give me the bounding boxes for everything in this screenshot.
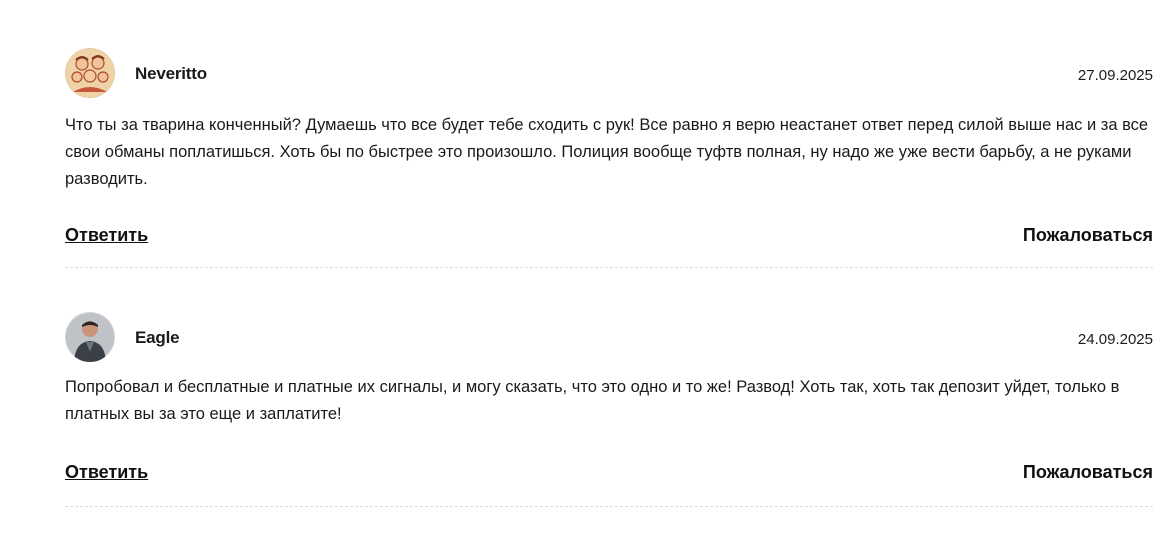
comment-actions: Ответить Пожаловаться <box>65 462 1153 486</box>
reply-link[interactable]: Ответить <box>65 462 148 483</box>
comment-item: Eagle 24.09.2025 Попробовал и бесплатные… <box>65 268 1153 507</box>
comment-date: 24.09.2025 <box>1077 331 1153 348</box>
comment-text-container: Что ты за тварина конченный? Думаешь что… <box>65 112 1153 193</box>
comment-header: Eagle 24.09.2025 <box>65 312 1153 364</box>
report-link[interactable]: Пожаловаться <box>1023 462 1153 483</box>
user-avatar[interactable] <box>65 312 115 362</box>
comment-author: Eagle <box>135 328 180 347</box>
comment-header: Neveritto 27.09.2025 <box>65 48 1153 100</box>
comment-date: 27.09.2025 <box>1077 67 1153 84</box>
comment-actions: Ответить Пожаловаться <box>65 225 1153 249</box>
comment-text-container: Попробовал и бесплатные и платные их сиг… <box>65 374 1153 428</box>
comments-list: Neveritto 27.09.2025 Что ты за тварина к… <box>65 0 1153 507</box>
comment-item: Neveritto 27.09.2025 Что ты за тварина к… <box>65 0 1153 268</box>
comment-text: Что ты за тварина конченный? Думаешь что… <box>65 116 1149 188</box>
user-avatar[interactable] <box>65 48 115 98</box>
family-drawing-avatar-icon <box>65 48 115 98</box>
comment-text: Попробовал и бесплатные и платные их сиг… <box>65 378 1120 423</box>
reply-link[interactable]: Ответить <box>65 225 148 246</box>
report-link[interactable]: Пожаловаться <box>1023 225 1153 246</box>
comment-author: Neveritto <box>135 64 207 83</box>
person-photo-avatar-icon <box>65 312 115 362</box>
